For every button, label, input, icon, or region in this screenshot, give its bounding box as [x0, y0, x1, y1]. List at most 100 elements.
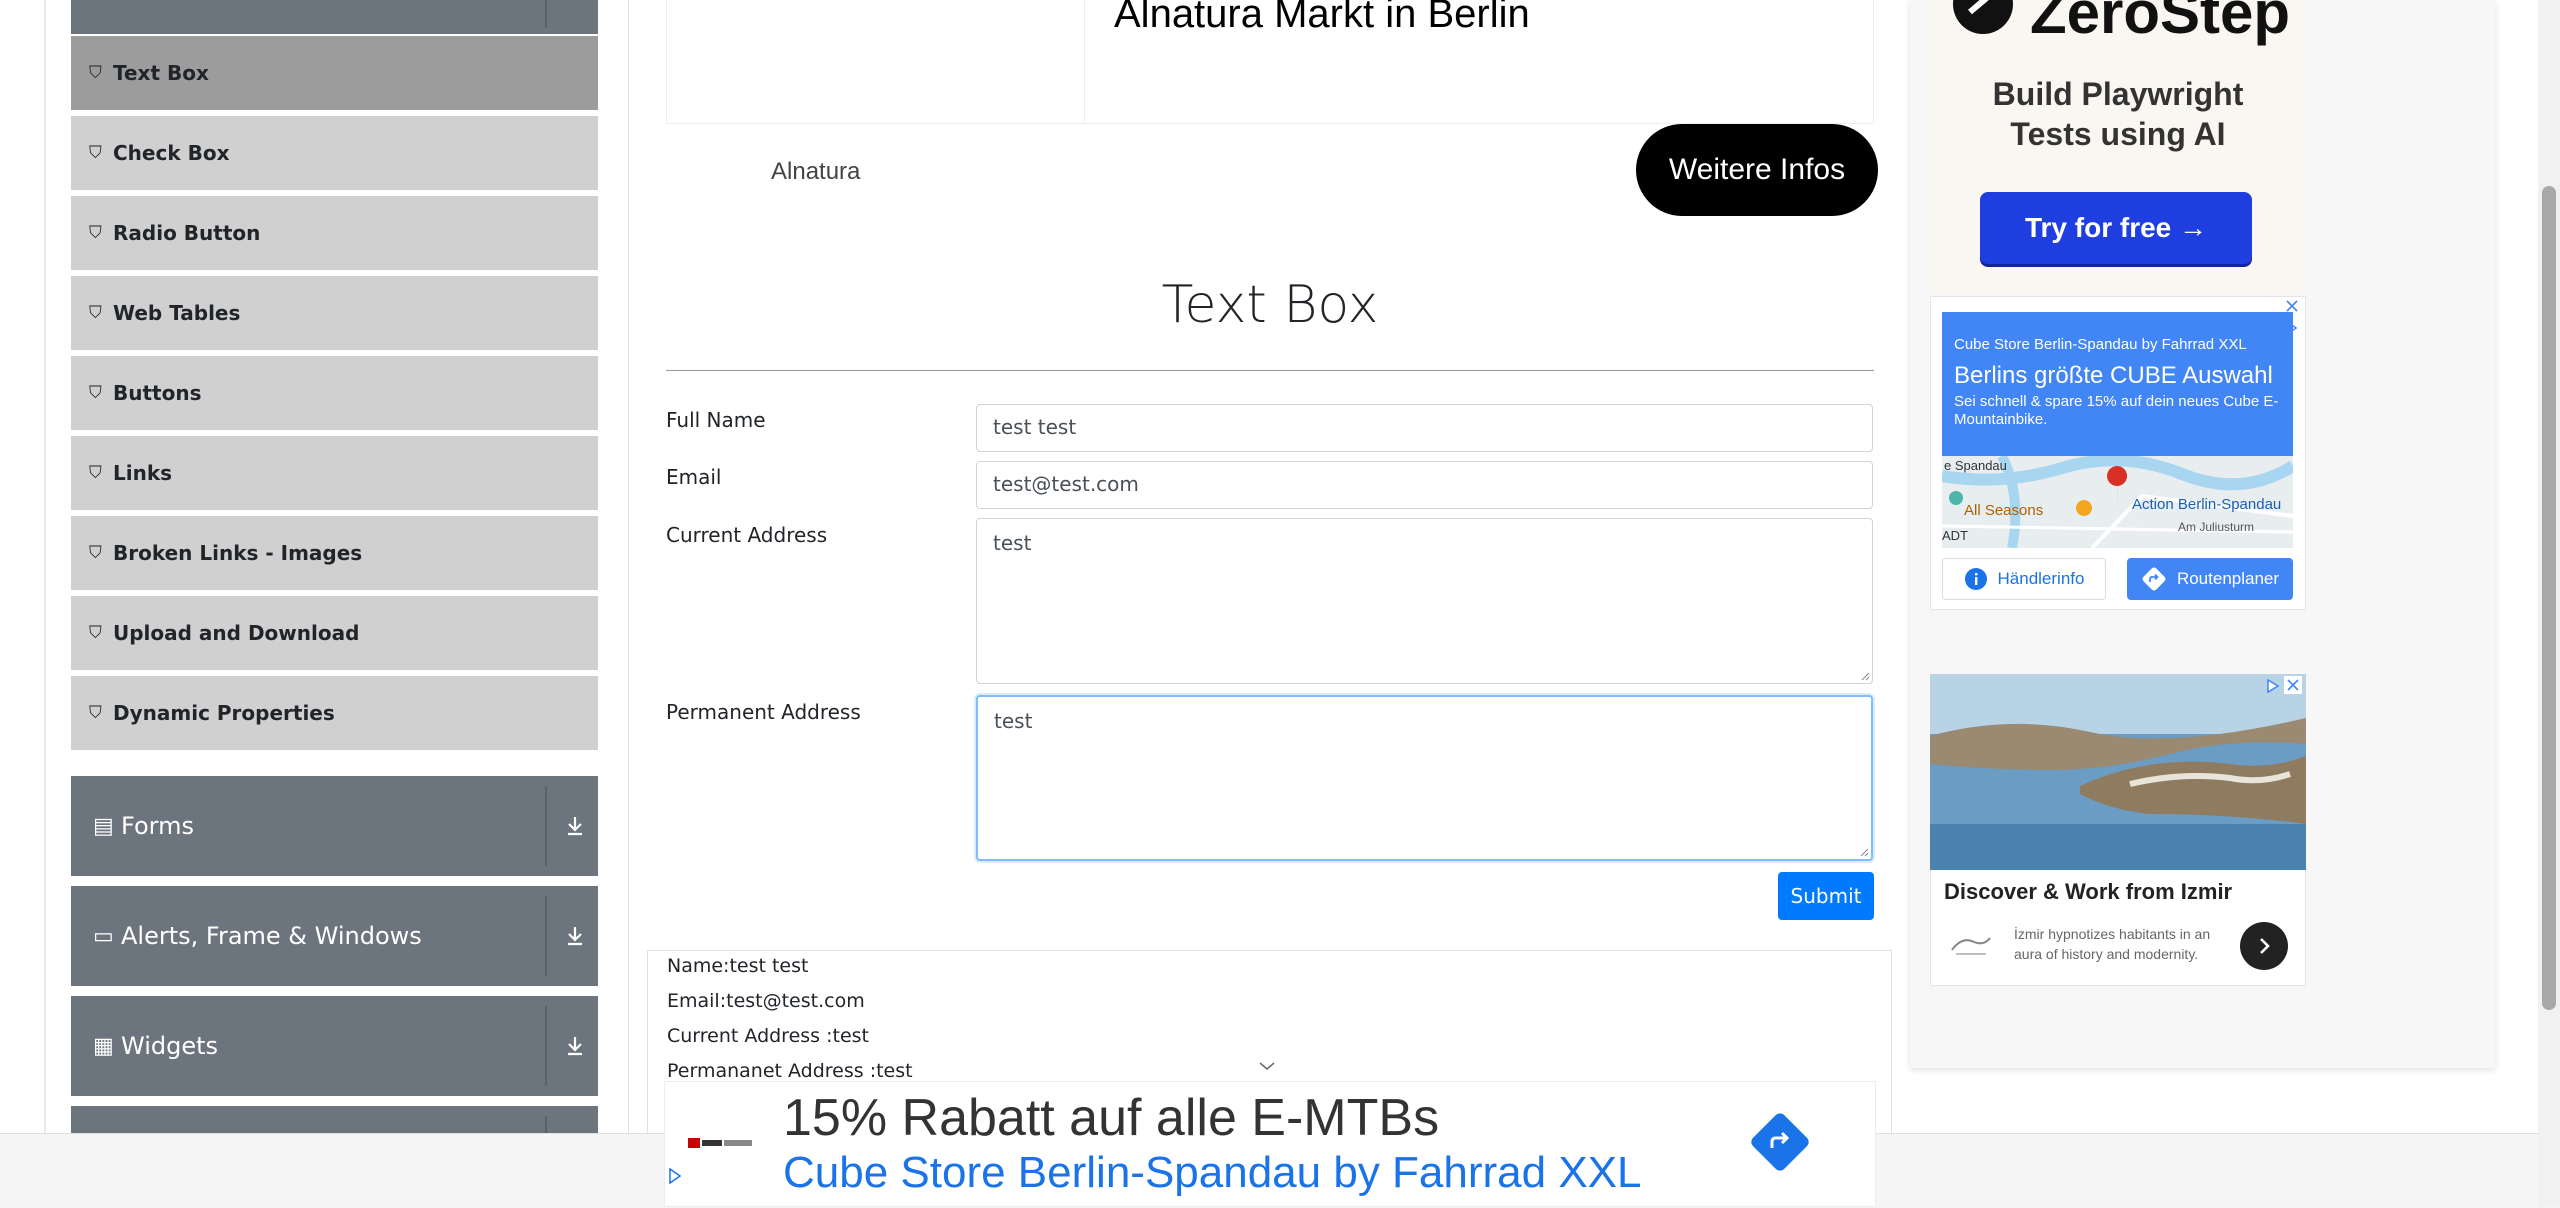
sidebar-item-label: Links: [113, 461, 173, 485]
top-ad-cta-button[interactable]: Weitere Infos: [1636, 124, 1878, 216]
try-for-free-button[interactable]: Try for free →: [1980, 192, 2252, 264]
directions-icon[interactable]: [1750, 1112, 1810, 1172]
form-icon: ▤: [93, 813, 114, 839]
top-ad-title[interactable]: Alnatura Markt in Berlin: [1114, 0, 1530, 37]
sidebar-item-check-box[interactable]: ⛉ Check Box: [71, 116, 598, 193]
window-icon: ▭: [93, 923, 114, 949]
ad-choices-icon[interactable]: [2264, 678, 2282, 694]
sidebar-item-label: Upload and Download: [113, 621, 360, 645]
permanent-address-label: Permanent Address: [666, 700, 861, 724]
zerostep-tagline-line1: Build Playwright: [1992, 76, 2244, 112]
widgets-icon: ▦: [93, 1033, 114, 1059]
haendlerinfo-label: Händlerinfo: [1997, 569, 2085, 588]
chevron-down-icon[interactable]: [1258, 1060, 1276, 1072]
download-icon[interactable]: [559, 776, 591, 876]
sidebar-divider: [628, 0, 629, 1135]
sidebar-group-label: Alerts, Frame & Windows: [121, 922, 422, 950]
download-icon[interactable]: [559, 996, 591, 1096]
bottom-ad-advertiser[interactable]: Cube Store Berlin-Spandau by Fahrrad XXL: [783, 1148, 1642, 1198]
sidebar-item-text-box[interactable]: ⛉ Text Box: [71, 36, 598, 113]
html5-icon: ⛉: [89, 223, 102, 243]
group-separator: [545, 896, 547, 976]
sidebar-group-widgets[interactable]: ▦ Widgets: [71, 996, 598, 1096]
routenplaner-label: Routenplaner: [2176, 569, 2280, 588]
page-scrollbar-thumb[interactable]: [2542, 186, 2556, 1010]
email-label: Email: [666, 465, 722, 489]
map-label: e Spandau: [1944, 458, 2007, 473]
current-address-value: test: [993, 531, 1032, 555]
info-icon: [1964, 568, 1987, 590]
html5-icon: ⛉: [89, 623, 102, 643]
cube-ad-store: Cube Store Berlin-Spandau by Fahrrad XXL: [1954, 336, 2247, 353]
html5-icon: ⛉: [89, 383, 102, 403]
sidebar-group-next[interactable]: [71, 1106, 598, 1136]
izmir-logo-icon: [1951, 937, 1991, 955]
izmir-photo[interactable]: [1930, 674, 2306, 870]
sidebar-item-web-tables[interactable]: ⛉ Web Tables: [71, 276, 598, 353]
email-input[interactable]: test@test.com: [976, 461, 1873, 509]
directions-icon: [2142, 567, 2166, 591]
sidebar-item-label: Text Box: [113, 61, 209, 85]
output-current-address: Current Address :test: [667, 1025, 869, 1047]
output-name: Name:test test: [667, 955, 809, 977]
haendlerinfo-button[interactable]: Händlerinfo: [1942, 558, 2106, 600]
izmir-next-button[interactable]: [2240, 922, 2288, 970]
sidebar-item-label: Web Tables: [113, 301, 241, 325]
sidebar-group-label: Widgets: [121, 1032, 219, 1060]
sidebar-item-radio-button[interactable]: ⛉ Radio Button: [71, 196, 598, 273]
sidebar-item-broken-links[interactable]: ⛉ Broken Links - Images: [71, 516, 598, 593]
sidebar-group-label: Forms: [121, 812, 194, 840]
zerostep-tagline: Build Playwright Tests using AI: [1930, 74, 2306, 154]
download-icon[interactable]: [559, 886, 591, 986]
map-label: Action Berlin-Spandau: [2132, 496, 2282, 513]
full-name-label: Full Name: [666, 408, 766, 432]
header-divider: [666, 370, 1874, 371]
html5-icon: ⛉: [89, 463, 102, 483]
html5-icon: ⛉: [89, 303, 102, 323]
top-ad-divider: [1084, 0, 1085, 124]
output-permanent-address: Permananet Address :test: [667, 1060, 913, 1082]
close-icon[interactable]: [2284, 676, 2302, 694]
elements-group-header[interactable]: [71, 0, 598, 34]
sidebar-group-alerts[interactable]: ▭ Alerts, Frame & Windows: [71, 886, 598, 986]
resize-handle-icon[interactable]: [1859, 847, 1869, 857]
sidebar-item-upload-download[interactable]: ⛉ Upload and Download: [71, 596, 598, 673]
chevron-right-icon: [2260, 938, 2270, 954]
top-ad-brand[interactable]: Alnatura: [771, 158, 860, 186]
full-name-input[interactable]: test test: [976, 404, 1873, 452]
permanent-address-textarea[interactable]: test: [976, 695, 1873, 861]
sidebar-group-forms[interactable]: ▤ Forms: [71, 776, 598, 876]
cube-ad-title[interactable]: Berlins größte CUBE Auswahl: [1954, 362, 2273, 390]
html5-icon: ⛉: [89, 703, 102, 723]
cube-ad-description: Sei schnell & spare 15% auf dein neues C…: [1954, 393, 2279, 428]
bottom-ad-headline[interactable]: 15% Rabatt auf alle E-MTBs: [783, 1088, 1439, 1148]
ad-choices-icon[interactable]: [668, 1168, 682, 1184]
zerostep-tagline-line2: Tests using AI: [2010, 116, 2226, 152]
cube-ad-map[interactable]: e Spandau All Seasons Action Berlin-Span…: [1942, 456, 2293, 548]
izmir-ad-title[interactable]: Discover & Work from Izmir: [1944, 879, 2232, 905]
sidebar-item-links[interactable]: ⛉ Links: [71, 436, 598, 513]
izmir-ad-description: İzmir hypnotizes habitants in an aura of…: [2014, 926, 2211, 962]
current-address-textarea[interactable]: test: [976, 518, 1873, 684]
output-email: Email:test@test.com: [667, 990, 865, 1012]
sidebar-item-label: Broken Links - Images: [113, 541, 363, 565]
html5-icon: ⛉: [89, 543, 102, 563]
page-title: Text Box: [1161, 275, 1379, 335]
routenplaner-button[interactable]: Routenplaner: [2127, 558, 2293, 600]
html5-icon: ⛉: [89, 63, 102, 83]
sidebar-item-label: Buttons: [113, 381, 202, 405]
submit-button[interactable]: Submit: [1778, 872, 1874, 920]
fahrrad-xxl-logo: [688, 1138, 752, 1148]
map-label: All Seasons: [1964, 502, 2044, 519]
sidebar-item-label: Check Box: [113, 141, 230, 165]
resize-handle-icon[interactable]: [1860, 671, 1870, 681]
map-label: Am Juliusturm: [2178, 520, 2255, 534]
sidebar-item-dynamic-properties[interactable]: ⛉ Dynamic Properties: [71, 676, 598, 753]
sidebar-item-buttons[interactable]: ⛉ Buttons: [71, 356, 598, 433]
current-address-label: Current Address: [666, 523, 828, 547]
zerostep-brand: ZeroStep: [2030, 0, 2291, 46]
group-separator: [545, 786, 547, 866]
zerostep-logo-icon: [1953, 0, 2013, 34]
group-separator: [545, 1006, 547, 1086]
page-left-border: [44, 0, 46, 1135]
